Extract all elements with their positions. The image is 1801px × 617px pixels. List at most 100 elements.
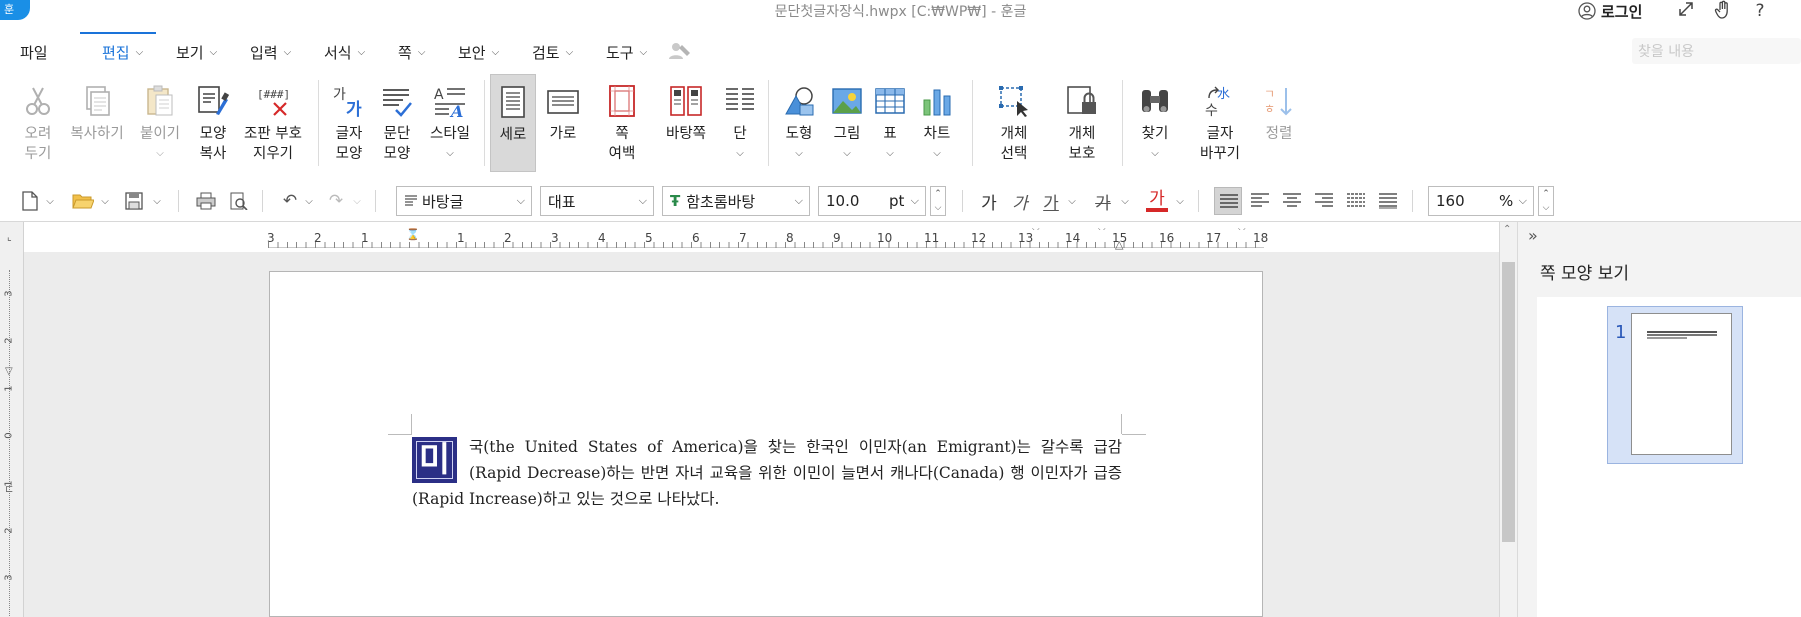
select-object-button[interactable]: 개체 선택	[986, 74, 1042, 172]
menu-format[interactable]: 서식 ⌵	[324, 42, 365, 63]
justify-align-button[interactable]	[1214, 187, 1242, 215]
split-align-button[interactable]	[1374, 187, 1402, 215]
cut-button[interactable]: 오려 두기	[14, 74, 62, 172]
shapes-button[interactable]: 도형 ⌵	[776, 74, 822, 172]
font-size-input[interactable]: 10.0 pt ⌵	[818, 186, 926, 216]
table-button[interactable]: 표 ⌵	[870, 74, 910, 172]
hruler-label: 1	[361, 231, 369, 245]
open-folder-icon[interactable]	[70, 187, 96, 215]
protect-object-label: 개체 보호	[1068, 126, 1096, 162]
menu-security[interactable]: 보안 ⌵	[458, 42, 499, 63]
collab-icon[interactable]	[668, 41, 692, 61]
menu-tools[interactable]: 도구 ⌵	[606, 42, 647, 63]
indent-marker-icon[interactable]: ⊏	[5, 484, 13, 495]
chevron-down-icon: ⌵	[135, 47, 144, 58]
right-align-button[interactable]	[1310, 187, 1338, 215]
scrollbar-thumb[interactable]	[1502, 262, 1515, 542]
redo-icon[interactable]: ↷	[324, 187, 348, 215]
hruler-label: 13	[1018, 231, 1034, 245]
protect-object-button[interactable]: 개체 보호	[1054, 74, 1110, 172]
indent-marker-icon[interactable]: ▽	[5, 366, 13, 377]
paste-button[interactable]: 붙이기 ⌵	[134, 74, 186, 172]
undo-icon[interactable]: ↶	[278, 187, 302, 215]
columns-button[interactable]: 단 ⌵	[718, 74, 762, 172]
underline-button[interactable]: 가	[1038, 187, 1064, 215]
drop-cap[interactable]: 미	[412, 437, 457, 483]
chevron-down-icon: ⌵	[638, 194, 647, 207]
portrait-button[interactable]: 세로	[490, 74, 536, 172]
chevron-down-icon[interactable]: ⌵	[44, 187, 56, 215]
zoom-unit: %	[1499, 192, 1514, 210]
menu-page[interactable]: 쪽 ⌵	[398, 42, 425, 63]
page-margins-button[interactable]: 쪽 여백	[594, 74, 650, 172]
italic-button[interactable]: 가	[1007, 187, 1033, 215]
help-icon[interactable]: ?	[1749, 0, 1771, 22]
collapse-pane-icon[interactable]: »	[1528, 226, 1538, 245]
font-color-button[interactable]: 가	[1144, 187, 1170, 215]
left-indent-marker-icon[interactable]: ⌛	[406, 228, 420, 241]
login-button[interactable]: 로그인	[1578, 0, 1642, 22]
thumbnail-text-line	[1647, 334, 1717, 336]
replace-char-button[interactable]: 水수 글자 바꾸기	[1190, 74, 1250, 172]
chevron-down-icon[interactable]: ⌵	[1174, 187, 1186, 215]
menu-edit[interactable]: 편집 ⌵	[102, 42, 143, 63]
menu-view[interactable]: 보기 ⌵	[176, 42, 217, 63]
master-page-button[interactable]: 바탕쪽	[658, 74, 714, 172]
chevron-down-icon[interactable]: ⌵	[1543, 203, 1550, 213]
chevron-down-icon: ⌵	[843, 148, 851, 159]
hruler-label: 4	[598, 231, 606, 245]
menu-file[interactable]: 파일	[20, 42, 48, 63]
expand-icon[interactable]	[1675, 0, 1697, 22]
chart-button[interactable]: 차트 ⌵	[914, 74, 960, 172]
find-button[interactable]: 찾기 ⌵	[1132, 74, 1178, 172]
paragraph[interactable]: 미 국(the United States of America)을 찾는 한국…	[412, 434, 1122, 512]
landscape-button[interactable]: 가로	[540, 74, 586, 172]
chevron-up-icon[interactable]: ⌃	[1542, 189, 1550, 199]
print-icon[interactable]	[194, 187, 218, 215]
chevron-down-icon[interactable]: ⌵	[151, 187, 163, 215]
chevron-up-icon[interactable]: ⌃	[934, 189, 942, 199]
font-size-unit: pt	[889, 192, 905, 210]
ruler-corner-icon[interactable]: ⌞	[7, 232, 12, 243]
clear-layout-button[interactable]: [###] 조판 부호 지우기	[240, 74, 306, 172]
font-select[interactable]: Ŧ 함초롬바탕 ⌵	[662, 186, 810, 216]
portrait-label: 세로	[499, 127, 527, 143]
search-input[interactable]: 찾을 내용	[1632, 38, 1801, 64]
zoom-input[interactable]: 160 % ⌵	[1428, 186, 1534, 216]
left-align-button[interactable]	[1246, 187, 1274, 215]
font-size-stepper[interactable]: ⌃ ⌵	[930, 186, 946, 216]
char-shape-label: 글자 모양	[335, 126, 363, 162]
chevron-down-icon[interactable]: ⌵	[1066, 187, 1078, 215]
print-preview-icon[interactable]	[226, 187, 250, 215]
chevron-down-icon[interactable]: ⌵	[351, 187, 363, 215]
para-shape-button[interactable]: 문단 모양	[374, 74, 420, 172]
save-icon[interactable]	[122, 187, 146, 215]
zoom-stepper[interactable]: ⌃ ⌵	[1538, 186, 1554, 216]
chevron-down-icon[interactable]: ⌵	[303, 187, 315, 215]
format-painter-button[interactable]: 모양 복사	[190, 74, 236, 172]
margin-guide	[411, 414, 412, 434]
menu-insert[interactable]: 입력 ⌵	[250, 42, 291, 63]
center-align-button[interactable]	[1278, 187, 1306, 215]
chevron-down-icon[interactable]: ⌵	[935, 203, 942, 213]
ribbon-separator	[318, 80, 319, 166]
char-shape-button[interactable]: 가가 글자 모양	[326, 74, 372, 172]
picture-button[interactable]: 그림 ⌵	[824, 74, 870, 172]
style-select[interactable]: 바탕글 ⌵	[396, 186, 532, 216]
sort-button[interactable]: ㄱㅎ 정렬	[1256, 74, 1302, 172]
bold-button[interactable]: 가	[976, 187, 1002, 215]
right-indent-marker-icon[interactable]: △	[1115, 238, 1123, 251]
chevron-down-icon[interactable]: ⌵	[1119, 187, 1131, 215]
copy-button[interactable]: 복사하기	[66, 74, 128, 172]
distribute-align-button[interactable]	[1342, 187, 1370, 215]
hruler-label: 8	[786, 231, 794, 245]
new-document-icon[interactable]	[18, 187, 42, 215]
scroll-up-icon[interactable]: ⌃	[1503, 224, 1511, 235]
menu-review[interactable]: 검토 ⌵	[532, 42, 573, 63]
style-button[interactable]: AA 스타일 ⌵	[424, 74, 476, 172]
strikethrough-button[interactable]: 가	[1090, 187, 1116, 215]
language-select[interactable]: 대표 ⌵	[540, 186, 654, 216]
chevron-down-icon[interactable]: ⌵	[99, 187, 111, 215]
hand-icon[interactable]	[1712, 0, 1734, 22]
font-value: 함초롬바탕	[686, 192, 756, 211]
